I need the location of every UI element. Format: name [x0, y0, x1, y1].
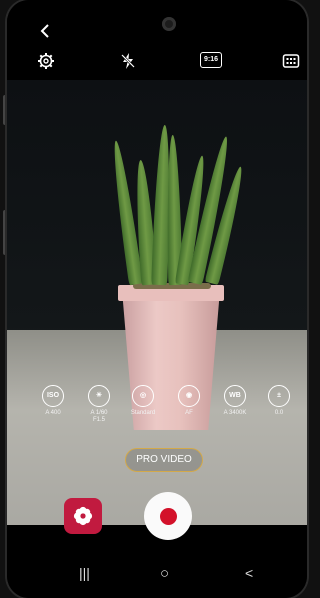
exposure-control[interactable]: ± 0.0 — [257, 385, 301, 417]
phone-screen: 9:16 ISO A 400 ☀ A 1/60 F1.5 ◎ Standard … — [7, 0, 307, 598]
aspect-ratio-label: 9:16 — [200, 52, 222, 68]
iso-icon: ISO — [42, 385, 64, 407]
gear-icon — [38, 53, 54, 69]
flash-off-icon — [121, 53, 135, 69]
white-balance-icon: WB — [224, 385, 246, 407]
gallery-button[interactable] — [64, 498, 102, 534]
record-button[interactable] — [144, 492, 192, 540]
front-camera — [162, 17, 176, 31]
focus-control[interactable]: ◉ AF — [167, 385, 211, 417]
white-balance-control[interactable]: WB A 3400K — [213, 385, 257, 417]
nav-back-button[interactable]: < — [245, 565, 253, 581]
exposure-value: 0.0 — [274, 410, 284, 416]
white-balance-value: A 3400K — [223, 410, 247, 416]
color-tone-icon: ◎ — [132, 385, 154, 407]
flower-icon — [73, 506, 93, 526]
grid-icon — [282, 54, 300, 68]
chevron-left-icon — [40, 24, 49, 38]
record-icon — [159, 507, 177, 525]
shutter-control[interactable]: ☀ A 1/60 F1.5 — [77, 385, 121, 424]
color-tone-value: Standard — [130, 410, 156, 416]
recents-button[interactable]: ||| — [79, 565, 90, 581]
aperture-icon: ☀ — [88, 385, 110, 407]
shutter-value: A 1/60 F1.5 — [90, 410, 108, 423]
home-button[interactable]: ○ — [160, 565, 169, 582]
settings-button[interactable] — [37, 52, 55, 70]
pro-controls: ISO A 400 ☀ A 1/60 F1.5 ◎ Standard ◉ AF … — [7, 385, 307, 435]
aspect-ratio-button[interactable]: 9:16 — [200, 52, 222, 70]
color-tone-control[interactable]: ◎ Standard — [121, 385, 165, 417]
menu-button[interactable] — [282, 52, 300, 70]
iso-value: A 400 — [45, 410, 61, 416]
top-bar: 9:16 — [7, 0, 307, 80]
exposure-icon: ± — [268, 385, 290, 407]
camera-viewfinder[interactable]: ISO A 400 ☀ A 1/60 F1.5 ◎ Standard ◉ AF … — [7, 80, 307, 525]
flash-button[interactable] — [119, 52, 137, 70]
back-button[interactable] — [39, 22, 51, 42]
navigation-bar: ||| ○ < — [7, 555, 307, 598]
focus-value: AF — [185, 410, 193, 416]
mode-pro-video[interactable]: PRO VIDEO — [125, 448, 203, 472]
iso-control[interactable]: ISO A 400 — [31, 385, 75, 417]
focus-icon: ◉ — [178, 385, 200, 407]
